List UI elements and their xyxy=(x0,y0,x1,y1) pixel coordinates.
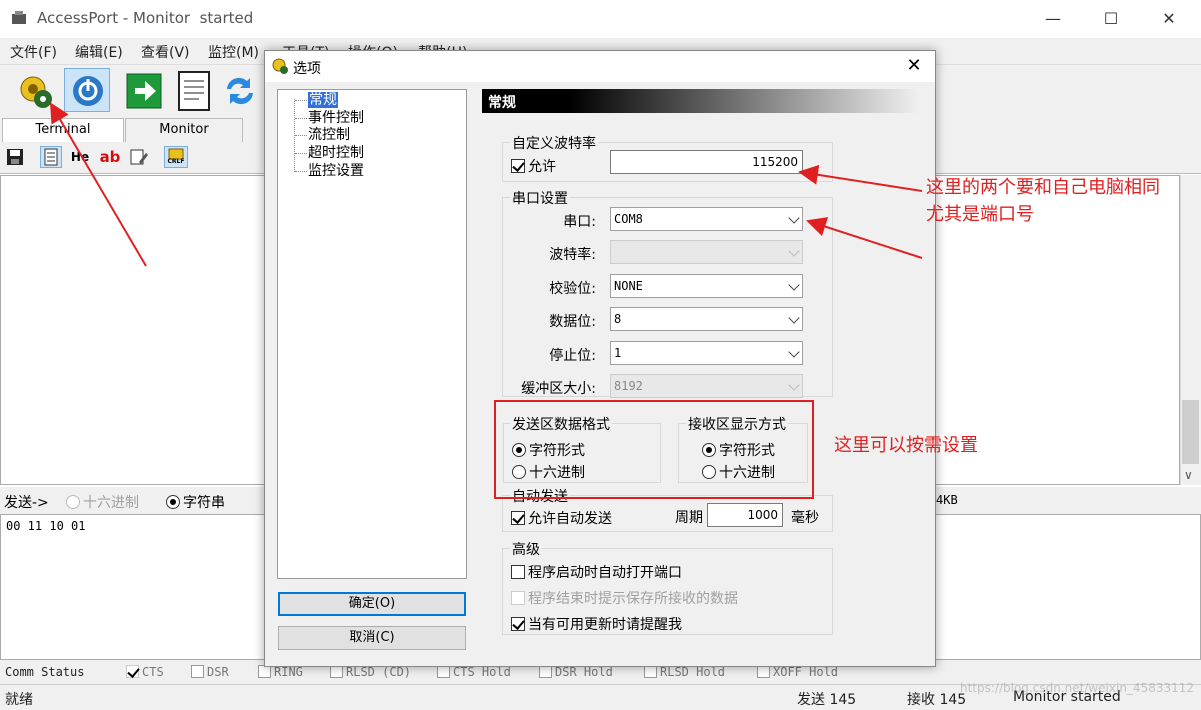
annotation-arrow-toolbar xyxy=(49,102,147,267)
annotation-arrow-baud xyxy=(798,164,923,192)
annotation-arrows xyxy=(49,102,923,267)
annotation-arrow-port xyxy=(806,217,923,259)
